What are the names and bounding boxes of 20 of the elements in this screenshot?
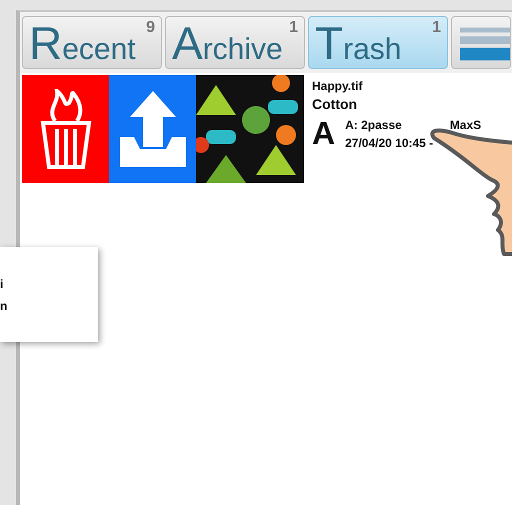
print-detail: MaxS xyxy=(450,118,482,132)
tab-count: 1 xyxy=(289,19,298,37)
side-letter: A xyxy=(312,115,336,152)
popup-text: n xyxy=(0,298,8,312)
tab[interactable]: Trash 1 xyxy=(308,16,448,69)
tab-count: 9 xyxy=(146,19,155,37)
tab[interactable]: Recent 9 xyxy=(22,16,162,69)
menu-icon xyxy=(460,27,510,61)
tab-count: 1 xyxy=(432,19,441,37)
menu-button[interactable] xyxy=(451,16,511,69)
material-name: Cotton xyxy=(312,96,358,112)
print-date: 27/04/20 10:45 - xyxy=(345,136,434,150)
trash-tile[interactable] xyxy=(22,75,109,183)
pattern-thumbnail[interactable] xyxy=(196,75,304,183)
burning-bin-icon xyxy=(38,89,92,169)
file-name: Happy.tif xyxy=(312,79,364,93)
upload-tile[interactable] xyxy=(109,75,196,183)
upload-icon xyxy=(118,89,188,169)
print-detail: A: 2passe xyxy=(345,118,402,132)
popup-text: i xyxy=(0,276,4,290)
